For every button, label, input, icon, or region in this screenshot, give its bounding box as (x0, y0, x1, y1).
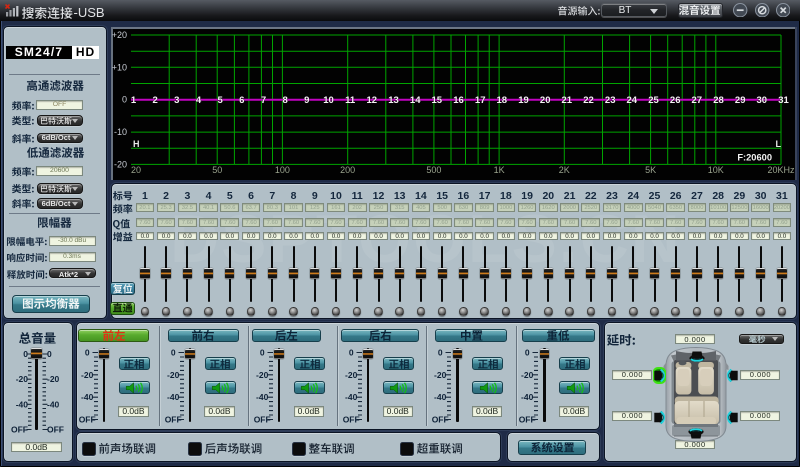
svg-text:6: 6 (239, 95, 244, 106)
svg-text:-20: -20 (434, 370, 447, 380)
svg-text:24: 24 (627, 95, 638, 106)
svg-text:25: 25 (648, 95, 659, 106)
svg-text:OFF: OFF (343, 415, 360, 425)
svg-text:27: 27 (692, 95, 703, 106)
svg-text:10: 10 (323, 95, 334, 106)
svg-text:100: 100 (275, 165, 290, 175)
svg-text:1K: 1K (494, 165, 505, 175)
svg-text:OFF: OFF (254, 415, 271, 425)
svg-text:2: 2 (153, 95, 158, 106)
svg-text:0: 0 (525, 348, 530, 358)
svg-text:13: 13 (388, 95, 399, 106)
svg-text:-40: -40 (81, 392, 94, 402)
svg-text:-20: -20 (47, 374, 60, 384)
svg-text:14: 14 (410, 95, 421, 106)
svg-text:11: 11 (345, 95, 356, 106)
svg-text:21: 21 (562, 95, 573, 106)
svg-text:22: 22 (583, 95, 594, 106)
svg-text:OFF: OFF (78, 415, 95, 425)
svg-text:5: 5 (218, 95, 224, 106)
svg-text:-40: -40 (167, 392, 180, 402)
svg-text:F:20600: F:20600 (737, 153, 772, 163)
svg-text:8: 8 (283, 95, 288, 106)
svg-text:16: 16 (453, 95, 464, 106)
svg-text:5K: 5K (645, 165, 656, 175)
svg-text:0: 0 (23, 349, 28, 359)
svg-text:1: 1 (131, 95, 137, 106)
svg-text:30: 30 (757, 95, 768, 106)
svg-text:-40: -40 (521, 392, 534, 402)
svg-text:26: 26 (670, 95, 681, 106)
svg-text:0: 0 (171, 348, 176, 358)
svg-text:-20: -20 (256, 370, 269, 380)
svg-text:17: 17 (475, 95, 486, 106)
svg-text:+10: +10 (112, 62, 127, 72)
svg-text:-40: -40 (16, 399, 29, 409)
svg-text:-20: -20 (16, 374, 29, 384)
svg-text:0: 0 (349, 348, 354, 358)
svg-text:0: 0 (122, 95, 127, 105)
svg-text:3: 3 (174, 95, 179, 106)
svg-text:-20: -20 (345, 370, 358, 380)
svg-text:2K: 2K (559, 165, 570, 175)
svg-text:-40: -40 (256, 392, 269, 402)
svg-text:50: 50 (212, 165, 222, 175)
svg-text:OFF: OFF (164, 415, 181, 425)
svg-text:0: 0 (438, 348, 443, 358)
svg-text:20: 20 (131, 165, 141, 175)
svg-text:200: 200 (340, 165, 355, 175)
svg-text:31: 31 (778, 95, 789, 106)
svg-text:500: 500 (426, 165, 441, 175)
svg-text:-40: -40 (345, 392, 358, 402)
svg-text:23: 23 (605, 95, 616, 106)
svg-text:18: 18 (497, 95, 508, 106)
svg-text:-20: -20 (81, 370, 94, 380)
svg-text:19: 19 (518, 95, 529, 106)
svg-text:-20: -20 (167, 370, 180, 380)
svg-text:-40: -40 (47, 399, 60, 409)
svg-text:+20: +20 (112, 30, 127, 40)
svg-text:15: 15 (432, 95, 443, 106)
svg-text:-40: -40 (434, 392, 447, 402)
svg-text:0: 0 (260, 348, 265, 358)
svg-text:7: 7 (261, 95, 266, 106)
svg-text:0: 0 (47, 349, 52, 359)
svg-text:12: 12 (367, 95, 378, 106)
svg-text:20KHz: 20KHz (767, 165, 795, 175)
svg-text:L: L (776, 139, 782, 149)
svg-text:-20: -20 (521, 370, 534, 380)
svg-text:OFF: OFF (432, 415, 449, 425)
svg-text:OFF: OFF (519, 415, 536, 425)
svg-text:0: 0 (85, 348, 90, 358)
svg-text:10K: 10K (708, 165, 724, 175)
svg-text:OFF: OFF (11, 425, 28, 435)
svg-text:20: 20 (540, 95, 551, 106)
svg-text:-20: -20 (114, 159, 127, 169)
svg-text:28: 28 (713, 95, 724, 106)
svg-text:4: 4 (196, 95, 202, 106)
svg-text:H: H (133, 139, 140, 149)
svg-text:29: 29 (735, 95, 746, 106)
svg-text:-10: -10 (114, 127, 127, 137)
svg-text:9: 9 (304, 95, 309, 106)
